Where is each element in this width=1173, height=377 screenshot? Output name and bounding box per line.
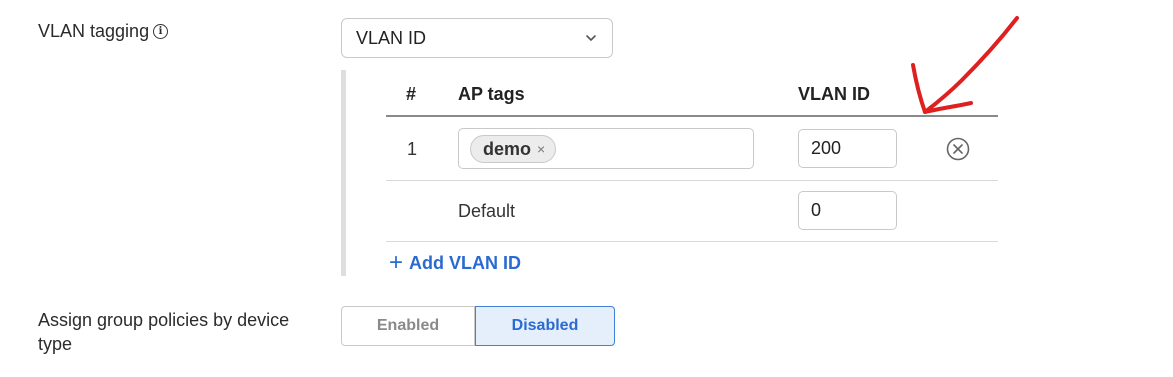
column-header-vlan-id: VLAN ID — [798, 84, 870, 104]
tag-remove-icon[interactable]: × — [537, 141, 545, 157]
chevron-down-icon — [586, 35, 596, 41]
remove-row-icon[interactable] — [946, 137, 970, 161]
group-policies-label-line2: type — [38, 334, 73, 354]
add-vlan-id-label: Add VLAN ID — [409, 252, 522, 273]
add-vlan-id-link[interactable]: + Add VLAN ID — [389, 249, 522, 276]
section-indent-bar — [341, 70, 346, 276]
settings-page: VLAN tagging i VLAN ID # AP tags VLAN ID … — [0, 0, 1173, 377]
vlan-id-input[interactable]: 200 — [798, 129, 897, 168]
group-policies-toggle: Enabled Disabled — [341, 306, 615, 346]
vlan-tagging-label-text: VLAN tagging — [38, 21, 150, 41]
plus-icon: + — [389, 249, 404, 276]
info-icon[interactable]: i — [153, 24, 169, 39]
tag-chip: demo × — [470, 135, 557, 163]
row-number: 1 — [407, 139, 418, 159]
column-header-num: # — [406, 84, 417, 104]
default-row-label: Default — [458, 201, 516, 221]
tag-chip-label: demo — [483, 138, 532, 159]
default-vlan-id-input[interactable]: 0 — [798, 191, 897, 230]
enabled-option[interactable]: Enabled — [341, 306, 475, 346]
group-policies-label-line1: Assign group policies by device — [38, 310, 290, 330]
group-policies-label: Assign group policies by device type — [38, 308, 289, 356]
table-row-divider — [386, 241, 998, 242]
vlan-tagging-select-value: VLAN ID — [356, 27, 427, 48]
annotation-arrow-icon — [911, 16, 1019, 114]
disabled-option[interactable]: Disabled — [475, 306, 615, 346]
vlan-tagging-select[interactable]: VLAN ID — [341, 18, 613, 58]
vlan-tagging-label: VLAN tagging i — [38, 19, 169, 43]
column-header-ap-tags: AP tags — [458, 84, 525, 104]
table-row-divider — [386, 180, 998, 181]
ap-tags-input[interactable]: demo × — [458, 128, 754, 169]
